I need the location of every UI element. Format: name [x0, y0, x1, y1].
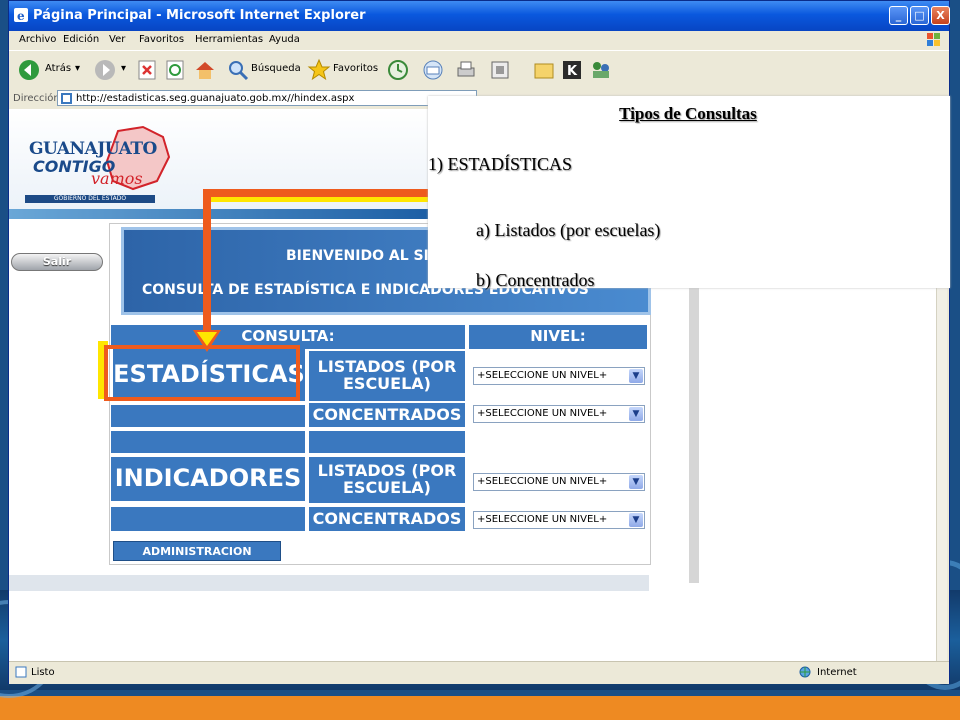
dropdown-caret-icon[interactable]: ▾ — [75, 63, 80, 74]
windows-flag-icon — [927, 33, 940, 46]
title-bar: e Página Principal - Microsoft Internet … — [9, 1, 950, 31]
menu-herramientas[interactable]: Herramientas — [195, 34, 263, 45]
mail-icon[interactable] — [421, 58, 445, 82]
menu-favoritos[interactable]: Favoritos — [139, 34, 184, 45]
indicadores-spacer — [111, 507, 305, 531]
select-value: +SELECCIONE UN NIVEL+ — [477, 408, 608, 419]
guanajuato-logo: GUANAJUATO CONTIGO vamos — [23, 123, 173, 205]
address-input[interactable]: http://estadisticas.seg.guanajuato.gob.m… — [57, 90, 477, 106]
maximize-button[interactable]: □ — [910, 6, 929, 25]
indicadores-listados-button[interactable]: LISTADOS (POR ESCUELA) — [309, 457, 465, 503]
close-button[interactable]: X — [931, 6, 950, 25]
header-stripe — [9, 209, 429, 219]
chevron-down-icon[interactable]: ▼ — [629, 513, 643, 527]
ie-logo-icon: e — [14, 8, 28, 23]
select-value: +SELECCIONE UN NIVEL+ — [477, 476, 608, 487]
separator-cell — [309, 431, 465, 453]
back-label[interactable]: Atrás — [45, 63, 71, 74]
stop-icon[interactable] — [137, 58, 157, 82]
estadisticas-highlight-box — [104, 345, 300, 401]
callout-arrow-horizontal — [203, 189, 428, 197]
site-header: GUANAJUATO CONTIGO vamos GOBIERNO DEL ES… — [9, 109, 429, 219]
page-icon — [61, 93, 72, 104]
page-done-icon — [15, 666, 27, 678]
separator-cell — [111, 431, 305, 453]
status-bar: Listo Internet — [9, 661, 949, 684]
folder-icon[interactable] — [533, 58, 555, 82]
messenger-k-icon[interactable]: K — [561, 58, 583, 82]
chevron-down-icon[interactable]: ▼ — [629, 475, 643, 489]
menu-archivo[interactable]: Archivo — [19, 34, 56, 45]
address-label: Dirección — [13, 93, 60, 104]
window-title: Página Principal - Microsoft Internet Ex… — [33, 8, 366, 23]
logo-gobierno: GOBIERNO DEL ESTADO — [25, 195, 155, 203]
callout-item-listados: a) Listados (por escuelas) — [476, 220, 661, 240]
callout-item-concentrados: b) Concentrados — [476, 270, 595, 290]
svg-text:K: K — [567, 64, 578, 79]
indicadores-cell[interactable]: INDICADORES — [111, 457, 305, 501]
estadisticas-spacer — [111, 405, 305, 427]
search-label[interactable]: Búsqueda — [251, 63, 301, 74]
toolbar: Atrás ▾ ▾ Búsqueda Favoritos K — [9, 50, 949, 90]
globe-icon — [799, 666, 811, 678]
estadisticas-concentrados-nivel-select[interactable]: +SELECCIONE UN NIVEL+ ▼ — [473, 405, 645, 423]
address-url: http://estadisticas.seg.guanajuato.gob.m… — [76, 93, 355, 104]
menu-edicion[interactable]: Edición — [63, 34, 99, 45]
salir-button[interactable]: Salir — [11, 253, 103, 271]
select-value: +SELECCIONE UN NIVEL+ — [477, 370, 608, 381]
chevron-down-icon[interactable]: ▼ — [629, 369, 643, 383]
callout-arrow-head-yellow — [197, 332, 217, 346]
minimize-button[interactable]: _ — [889, 6, 908, 25]
home-icon[interactable] — [193, 58, 217, 82]
menu-ver[interactable]: Ver — [109, 34, 125, 45]
callout-arrow-vertical — [203, 189, 211, 337]
favorites-star-icon[interactable] — [307, 58, 331, 82]
dropdown-caret-icon[interactable]: ▾ — [121, 63, 126, 74]
history-icon[interactable] — [387, 58, 409, 82]
indicadores-concentrados-button[interactable]: CONCENTRADOS — [309, 507, 465, 531]
back-arrow-icon[interactable] — [17, 58, 41, 82]
indicadores-listados-nivel-select[interactable]: +SELECCIONE UN NIVEL+ ▼ — [473, 473, 645, 491]
callout-title: Tipos de Consultas — [619, 104, 757, 123]
favorites-label[interactable]: Favoritos — [333, 63, 378, 74]
logo-text-guanajuato: GUANAJUATO — [29, 139, 157, 159]
chevron-down-icon[interactable]: ▼ — [629, 407, 643, 421]
svg-text:e: e — [17, 9, 25, 23]
callout-item-estadisticas: 1) ESTADÍSTICAS — [428, 154, 573, 174]
estadisticas-listados-button[interactable]: LISTADOS (POR ESCUELA) — [309, 351, 465, 401]
menu-ayuda[interactable]: Ayuda — [269, 34, 300, 45]
horizontal-scrollbar[interactable] — [9, 575, 649, 591]
search-icon[interactable] — [227, 58, 249, 82]
slide-band-orange — [0, 696, 960, 720]
zone-text: Internet — [817, 667, 857, 678]
header-nivel: NIVEL: — [469, 325, 647, 349]
menu-bar: Archivo Edición Ver Favoritos Herramient… — [9, 31, 949, 49]
forward-arrow-icon[interactable] — [93, 58, 117, 82]
print-icon[interactable] — [455, 58, 477, 82]
indicadores-concentrados-nivel-select[interactable]: +SELECCIONE UN NIVEL+ ▼ — [473, 511, 645, 529]
select-value: +SELECCIONE UN NIVEL+ — [477, 514, 608, 525]
logo-text-vamos: vamos — [91, 169, 143, 188]
refresh-icon[interactable] — [165, 58, 185, 82]
banner-title: BIENVENIDO AL SIS — [286, 248, 439, 264]
edit-icon[interactable] — [489, 58, 511, 82]
estadisticas-concentrados-button[interactable]: CONCENTRADOS — [309, 403, 465, 427]
consultas-callout: Tipos de Consultas 1) ESTADÍSTICAS a) Li… — [428, 96, 950, 290]
administracion-button[interactable]: ADMINISTRACION — [113, 541, 281, 561]
status-text: Listo — [31, 667, 55, 678]
estadisticas-listados-nivel-select[interactable]: +SELECCIONE UN NIVEL+ ▼ — [473, 367, 645, 385]
callout-arrow-yellow-stripe — [211, 197, 428, 202]
messenger-people-icon[interactable] — [589, 58, 613, 82]
